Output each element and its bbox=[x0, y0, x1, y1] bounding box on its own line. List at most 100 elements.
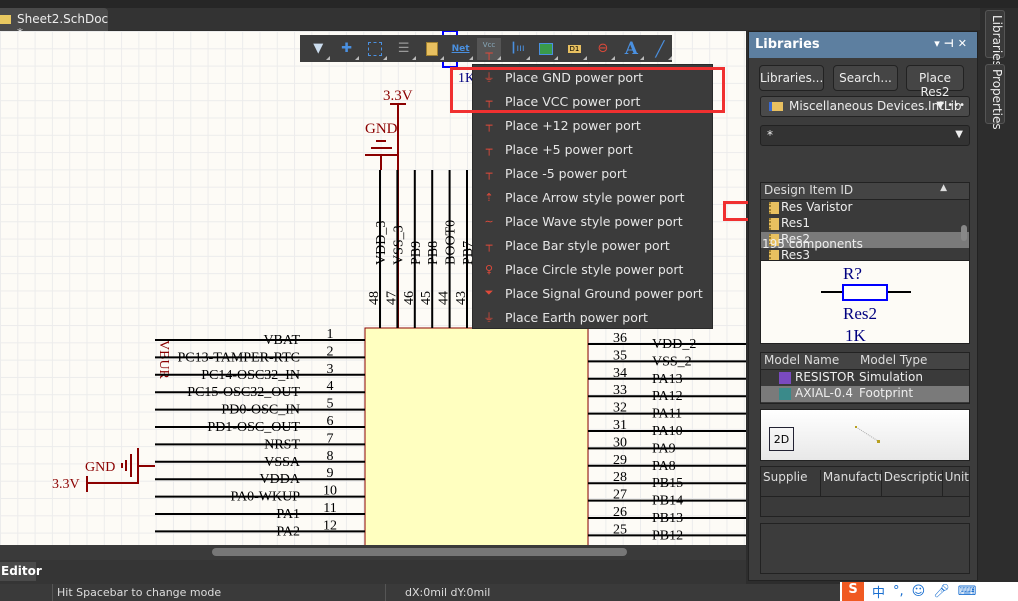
pin-name: PA11 bbox=[652, 407, 682, 422]
line-icon: ╱ bbox=[655, 39, 665, 58]
search-button[interactable]: Search... bbox=[833, 65, 898, 91]
pin-number: 36 bbox=[613, 331, 627, 346]
preview-comment: Res2 bbox=[843, 304, 877, 323]
select-button[interactable] bbox=[363, 38, 388, 60]
details-area bbox=[760, 523, 970, 574]
align-button[interactable]: ☰ bbox=[391, 38, 417, 60]
pin-name: PB12 bbox=[652, 528, 683, 543]
library-select[interactable]: Miscellaneous Devices.IntLib ▼ ••• bbox=[760, 96, 970, 117]
menu-item-place-circle-style-power-port[interactable]: ♀ Place Circle style power port bbox=[473, 257, 712, 281]
power-label-3v3-left: 3.3V bbox=[52, 477, 80, 492]
side-tab-properties[interactable]: Properties bbox=[985, 64, 1005, 130]
editor-tab[interactable]: Editor bbox=[0, 562, 42, 581]
pin-name: PC15-OSC32_OUT bbox=[187, 385, 300, 400]
menu-item-place-wave-style-power-port[interactable]: ∼ Place Wave style power port bbox=[473, 209, 712, 233]
filter-icon: ▼ bbox=[313, 41, 324, 56]
component-icon bbox=[769, 218, 779, 230]
menu-item-place-earth-power-port[interactable]: ⏚ Place Earth power port bbox=[473, 305, 712, 329]
circle-power-port-icon: ♀ bbox=[484, 262, 494, 276]
list-scrollbar[interactable] bbox=[961, 225, 967, 241]
select-rect-icon bbox=[368, 41, 383, 56]
pin-name: PA8 bbox=[652, 459, 676, 474]
menu-item-place-12-power-port[interactable]: ┬ Place +12 power port bbox=[473, 113, 712, 137]
pin-number: 45 bbox=[419, 291, 434, 305]
menu-item-place-5-power-port[interactable]: ┬ Place +5 power port bbox=[473, 137, 712, 161]
net-label-button[interactable]: Net bbox=[448, 38, 474, 60]
pin-number: 28 bbox=[613, 470, 627, 485]
align-icon: ☰ bbox=[397, 41, 410, 56]
sheet-symbol-button[interactable] bbox=[534, 38, 559, 60]
net-label-icon: Net bbox=[451, 43, 470, 54]
ime-toolbar[interactable]: S 中 °, ☺ 🎤︎ ⌨ bbox=[840, 582, 1018, 601]
chip-body[interactable] bbox=[364, 327, 589, 545]
menu-item-place-bar-style-power-port[interactable]: ┬ Place Bar style power port bbox=[473, 233, 712, 257]
document-tab-bar bbox=[0, 8, 980, 30]
pin-name: PC14-OSC32_IN bbox=[201, 368, 300, 383]
component-button[interactable] bbox=[420, 38, 445, 60]
earth-power-port-icon: ⏚ bbox=[483, 311, 495, 324]
pin-number: 46 bbox=[402, 291, 417, 305]
gnd-label-left: GND bbox=[85, 460, 115, 475]
pin-name: PB14 bbox=[652, 494, 683, 509]
arrow-power-port-icon: ⇡ bbox=[484, 190, 494, 204]
menu-item-place-signal-ground-power-port[interactable]: ⏷ Place Signal Ground power port bbox=[473, 281, 712, 305]
highlight-box-gnd-vcc bbox=[450, 67, 725, 113]
status-delta: dX:0mil dY:0mil bbox=[405, 586, 491, 599]
no-erc-icon: ⊖ bbox=[597, 41, 609, 56]
bar-power-port-icon: ┬ bbox=[485, 238, 493, 252]
side-tab-libraries[interactable]: Libraries bbox=[985, 10, 1005, 67]
pin-name: VSS_2 bbox=[652, 354, 692, 369]
keyboard-icon: ⌨ bbox=[957, 584, 977, 599]
libraries-panel: Libraries ▾⊣✕ Libraries... Search... Plac… bbox=[748, 31, 978, 581]
scrollbar-thumb[interactable] bbox=[212, 548, 627, 556]
menu-item-place-5-power-port[interactable]: ┬ Place -5 power port bbox=[473, 161, 712, 185]
filter-button[interactable]: ▼ bbox=[306, 38, 331, 60]
filter-input[interactable]: * ▼ bbox=[760, 125, 970, 146]
bus-entry-button[interactable]: ┃ııı bbox=[505, 38, 531, 60]
component-list[interactable]: Design Item ID ▲ Res Varistor Res1 Res2 Res3 bbox=[760, 182, 970, 269]
panel-header: Libraries ▾⊣✕ bbox=[749, 32, 977, 58]
preview-resistor-body bbox=[842, 284, 888, 301]
5-power-port-icon: ┬ bbox=[485, 166, 493, 180]
pin-name: VSSA bbox=[264, 455, 301, 470]
pin-number: 32 bbox=[613, 401, 627, 416]
bottom-tab-bar bbox=[0, 560, 746, 584]
status-hint: Hit Spacebar to change mode bbox=[57, 586, 222, 599]
model-row[interactable]: AXIAL-0.4 Footprint bbox=[761, 386, 969, 402]
pin-name: PA13 bbox=[652, 372, 683, 387]
pin-number: 11 bbox=[323, 501, 336, 516]
port-icon: D1 bbox=[567, 44, 582, 53]
gnd-symbol-left bbox=[121, 448, 155, 484]
pin-name: PA9 bbox=[652, 441, 676, 456]
line-button[interactable]: ╱ bbox=[648, 38, 673, 60]
panel-controls[interactable]: ▾⊣✕ bbox=[934, 37, 971, 50]
mic-icon: 🎤︎ bbox=[933, 584, 950, 599]
power-port-button[interactable]: Vcc ┬ bbox=[476, 37, 502, 60]
pin-name: NRST bbox=[264, 437, 300, 452]
column-header-design-item-id[interactable]: Design Item ID ▲ bbox=[761, 183, 969, 200]
preview-designator: R? bbox=[843, 264, 862, 283]
schdoc-icon bbox=[0, 15, 11, 24]
pin-number: 29 bbox=[613, 453, 627, 468]
place-res2-button[interactable]: Place Res2 bbox=[906, 65, 964, 99]
pin-number: 44 bbox=[437, 291, 452, 305]
pin-name: PD0-OSC_IN bbox=[221, 403, 300, 418]
model-row[interactable]: RESISTOR Simulation bbox=[761, 370, 969, 386]
pin-name: BOOT0 bbox=[444, 220, 459, 265]
list-item[interactable]: Res1 bbox=[761, 216, 969, 232]
no-erc-button[interactable]: ⊖ bbox=[591, 38, 616, 60]
text-button[interactable]: A bbox=[619, 38, 645, 60]
document-tab[interactable]: Sheet2.SchDoc * bbox=[0, 8, 108, 40]
list-item[interactable]: Res Varistor bbox=[761, 200, 969, 216]
pin-name: VDD_2 bbox=[652, 337, 696, 352]
power-symbol-left bbox=[86, 476, 138, 492]
footprint-icon bbox=[779, 388, 791, 400]
menu-item-place-arrow-style-power-port[interactable]: ⇡ Place Arrow style power port bbox=[473, 185, 712, 209]
libraries-button[interactable]: Libraries... bbox=[759, 65, 824, 91]
pin-number: 48 bbox=[367, 291, 382, 305]
pin-number: 1 bbox=[327, 327, 334, 342]
move-button[interactable]: ✚ bbox=[334, 38, 360, 60]
signalground-power-port-icon: ⏷ bbox=[484, 286, 494, 299]
device-sheet-button[interactable]: D1 bbox=[562, 38, 588, 60]
more-button[interactable]: ••• bbox=[947, 100, 965, 111]
